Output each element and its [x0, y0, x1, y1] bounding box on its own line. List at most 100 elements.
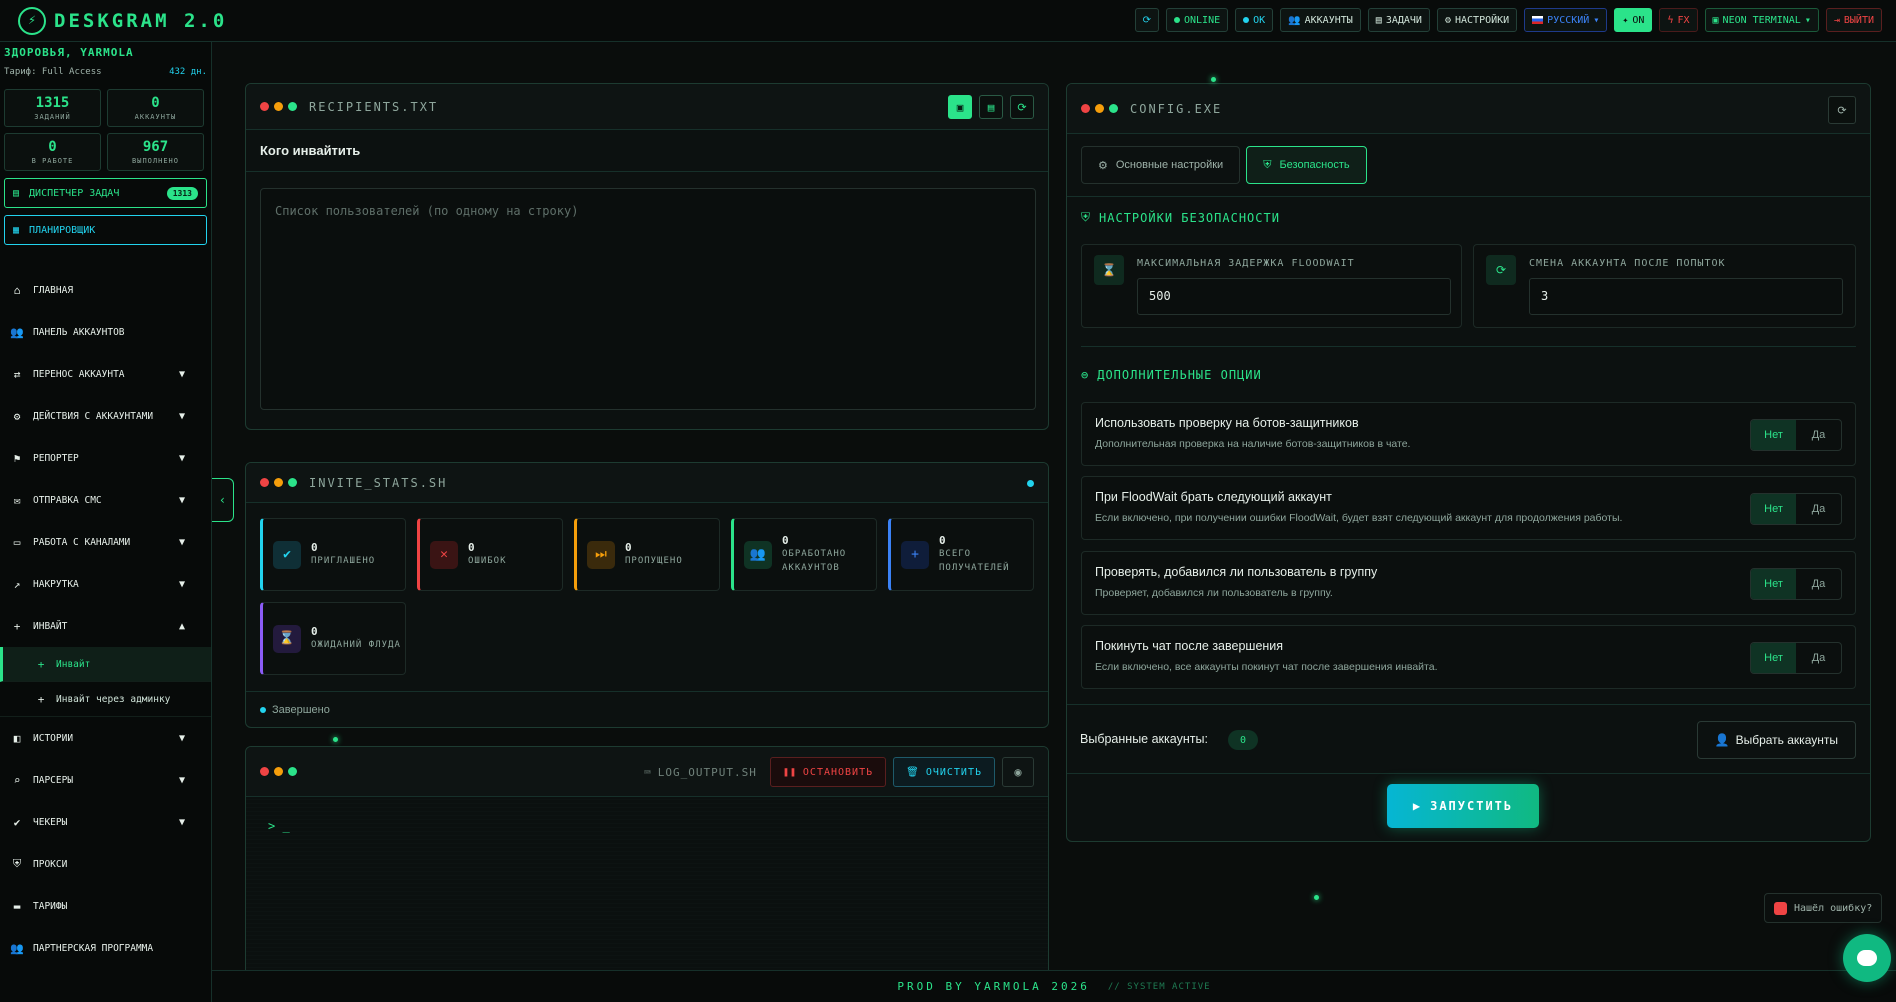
chevron-left-icon: ‹ [218, 493, 227, 507]
stat-tile-processed: 👥 0 ОБРАБОТАНО АККАУНТОВ [731, 518, 877, 591]
extra-options-heading: ⊜ ДОПОЛНИТЕЛЬНЫЕ ОПЦИИ [1081, 368, 1262, 382]
option-leave-chat: Покинуть чат после завершения Если включ… [1081, 625, 1856, 689]
stat-card: 0 АККАУНТЫ [107, 89, 204, 127]
language-select[interactable]: РУССКИЙ ▾ [1524, 8, 1608, 32]
stat-card: 0В РАБОТЕ [4, 133, 101, 171]
import-file-button[interactable]: ▤ [979, 95, 1003, 119]
toggle-yes[interactable]: Да [1796, 420, 1841, 450]
tile-value: 0 [468, 541, 475, 554]
planner-button[interactable]: ▦ ПЛАНИРОВЩИК [4, 215, 207, 245]
stop-button[interactable]: ❚❚ ОСТАНОВИТЬ [769, 757, 887, 787]
footer: PROD BY YARMOLA 2026 // SYSTEM ACTIVE [212, 970, 1896, 1002]
clipboard-icon: ▤ [13, 187, 20, 199]
chat-button[interactable] [1843, 934, 1891, 982]
recipients-textarea[interactable]: Список пользователей (по одному на строк… [260, 188, 1036, 410]
chevron-down-icon: ▼ [178, 368, 185, 380]
sidebar-item-tariffs[interactable]: ▬ ТАРИФЫ [0, 885, 211, 927]
logo[interactable]: ⚡ DESKGRAM 2.0 [18, 6, 228, 35]
logout-button[interactable]: ⇥ ВЫЙТИ [1825, 8, 1882, 32]
on-toggle[interactable]: ✦ ON [1614, 8, 1653, 32]
choose-accounts-button[interactable]: 👤 Выбрать аккаунты [1696, 721, 1856, 759]
sidebar-item-checkers[interactable]: ✔ ЧЕКЕРЫ ▼ [0, 801, 211, 843]
refresh-icon: ⟳ [1486, 255, 1516, 285]
sidebar-subitem-invite-admin[interactable]: + Инвайт через админку [0, 682, 211, 717]
yes-no-toggle[interactable]: Нет Да [1750, 419, 1842, 451]
home-icon: ⌂ [13, 283, 21, 297]
tile-label: ОБРАБОТАНО АККАУНТОВ [782, 549, 847, 573]
sidebar-item-channels[interactable]: ▭ РАБОТА С КАНАЛАМИ ▼ [0, 521, 211, 563]
yes-no-toggle[interactable]: Нет Да [1750, 642, 1842, 674]
tariff-label: Тариф: Full Access [4, 67, 102, 77]
bug-report-button[interactable]: Нашёл ошибку? [1764, 893, 1883, 923]
run-button[interactable]: ▶ ЗАПУСТИТЬ [1387, 784, 1539, 828]
sidebar-item-stories[interactable]: ◧ ИСТОРИИ ▼ [0, 717, 211, 759]
shield-icon: ⛨ [12, 857, 22, 870]
footer-system-status: // SYSTEM ACTIVE [1107, 981, 1211, 992]
tile-label: ВСЕГО ПОЛУЧАТЕЛЕЙ [939, 549, 1010, 573]
stat-tile-total: +0 ВСЕГО ПОЛУЧАТЕЛЕЙ [888, 518, 1034, 591]
selected-accounts-row: Выбранные аккаунты: 0 👤 Выбрать аккаунты [1067, 704, 1870, 774]
option-title: Покинуть чат после завершения [1095, 639, 1284, 653]
sidebar-item-account-actions[interactable]: ⚙ ДЕЙСТВИЯ С АККАУНТАМИ ▼ [0, 395, 211, 437]
recipients-panel: RECIPIENTS.TXT ▣ ▤ ⟳ Кого инвайтить Спис… [245, 83, 1049, 430]
toggle-no[interactable]: Нет [1751, 643, 1796, 673]
refresh-list-button[interactable]: ⟳ [1010, 95, 1034, 119]
sidebar-subitem-invite[interactable]: + Инвайт [0, 647, 211, 682]
tab-security[interactable]: ⛨ Безопасность [1246, 146, 1367, 184]
tile-value: 0 [939, 534, 946, 547]
yes-no-toggle[interactable]: Нет Да [1750, 568, 1842, 600]
sidebar-collapse-button[interactable]: ‹ [212, 478, 234, 522]
sidebar-item-accounts-panel[interactable]: 👥 ПАНЕЛЬ АККАУНТОВ [0, 311, 211, 353]
toggle-yes[interactable]: Да [1796, 643, 1841, 673]
floodwait-input[interactable]: 500 [1137, 278, 1451, 315]
toggle-no[interactable]: Нет [1751, 420, 1796, 450]
toggle-visibility-button[interactable]: ◉ [1002, 757, 1034, 787]
option-title: При FloodWait брать следующий аккаунт [1095, 490, 1332, 504]
toggle-yes[interactable]: Да [1796, 494, 1841, 524]
sidebar-item-parsers[interactable]: ⌕ ПАРСЕРЫ ▼ [0, 759, 211, 801]
theme-select[interactable]: ▣ NEON TERMINAL ▾ [1704, 8, 1819, 32]
option-title: Использовать проверку на ботов-защитнико… [1095, 416, 1359, 430]
sidebar-item-reporter[interactable]: ⚑ РЕПОРТЕР ▼ [0, 437, 211, 479]
users-icon: 👥 [1288, 14, 1301, 26]
accounts-button[interactable]: 👥 АККАУНТЫ [1280, 8, 1361, 32]
sidebar-item-sms[interactable]: ✉ ОТПРАВКА СМС ▼ [0, 479, 211, 521]
selected-accounts-count: 0 [1228, 730, 1258, 750]
stat-label: ЗАДАНИЙ [34, 112, 71, 121]
panel-title: INVITE_STATS.SH [309, 475, 448, 490]
stat-card: 967 ВЫПОЛНЕНО [107, 133, 204, 171]
terminal-icon: ▣ [1712, 14, 1719, 26]
clipboard-icon: ▣ [956, 100, 964, 114]
toggle-yes[interactable]: Да [1796, 569, 1841, 599]
stat-card: 1315 ЗАДАНИЙ [4, 89, 101, 127]
tab-main-settings[interactable]: ⚙ Основные настройки [1081, 146, 1241, 184]
tile-label: ПРИГЛАШЕНО [311, 556, 376, 566]
clear-button[interactable]: 🗑 ОЧИСТИТЬ [893, 757, 995, 787]
ok-status: OK [1235, 8, 1274, 32]
reset-config-button[interactable]: ⟳ [1828, 96, 1856, 124]
yes-no-toggle[interactable]: Нет Да [1750, 493, 1842, 525]
sidebar-item-partners[interactable]: 👥 ПАРТНЕРСКАЯ ПРОГРАММА [0, 927, 211, 969]
tile-value: 0 [782, 534, 789, 547]
sidebar-item-home[interactable]: ⌂ ГЛАВНАЯ [0, 269, 211, 311]
refresh-icon: ⟳ [1017, 100, 1027, 114]
sidebar-item-proxy[interactable]: ⛨ ПРОКСИ [0, 843, 211, 885]
bug-icon [1774, 901, 1787, 915]
tasks-button[interactable]: ▤ ЗАДАЧИ [1367, 8, 1430, 32]
option-bot-check: Использовать проверку на ботов-защитнико… [1081, 402, 1856, 466]
toggle-no[interactable]: Нет [1751, 494, 1796, 524]
hourglass-icon: ⌛ [1094, 255, 1124, 285]
sidebar-item-invite[interactable]: + ИНВАЙТ ▲ [0, 605, 211, 647]
refresh-button[interactable]: ⟳ [1134, 8, 1159, 32]
settings-button[interactable]: ⚙ НАСТРОЙКИ [1436, 8, 1518, 32]
sidebar-item-account-transfer[interactable]: ⇄ ПЕРЕНОС АККАУНТА ▼ [0, 353, 211, 395]
window-lights [1081, 104, 1118, 113]
app-title: DESKGRAM 2.0 [54, 9, 228, 32]
switch-account-input[interactable]: 3 [1529, 278, 1843, 315]
fx-toggle[interactable]: ϟ FX [1659, 8, 1698, 32]
sidebar-item-boost[interactable]: ↗ НАКРУТКА ▼ [0, 563, 211, 605]
play-icon: ▶ [1412, 799, 1423, 813]
task-dispatcher-button[interactable]: ▤ ДИСПЕТЧЕР ЗАДАЧ 1313 [4, 178, 207, 208]
toggle-no[interactable]: Нет [1751, 569, 1796, 599]
paste-button[interactable]: ▣ [948, 95, 972, 119]
